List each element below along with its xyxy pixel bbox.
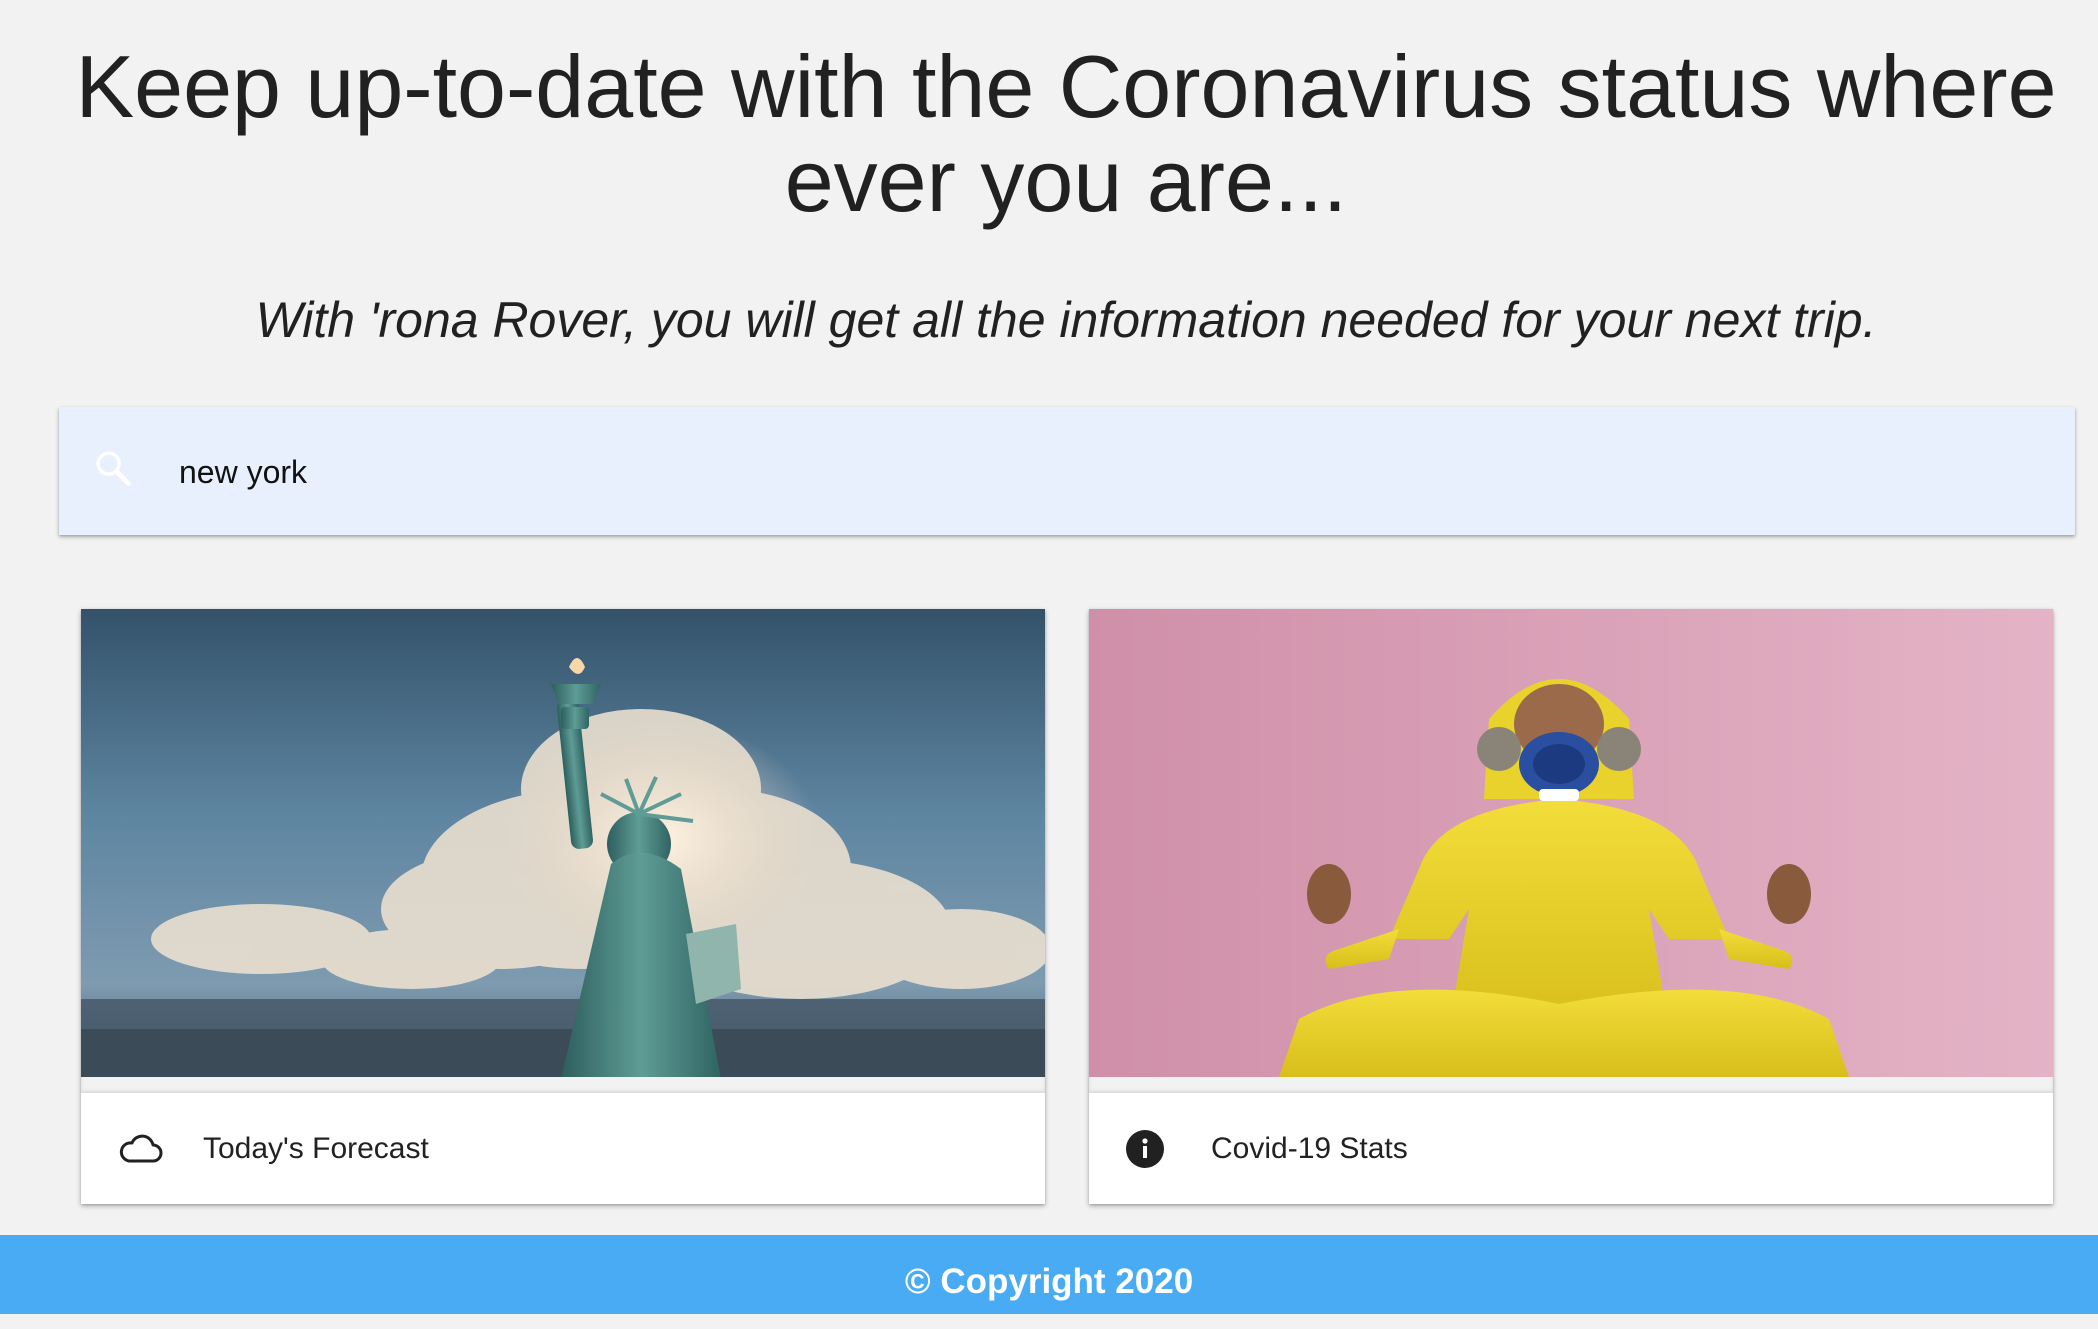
page-title: Keep up-to-date with the Coronavirus sta… bbox=[75, 37, 2057, 230]
page-footer: © Copyright 2020 bbox=[0, 1235, 2098, 1314]
info-icon bbox=[1126, 1130, 1164, 1168]
forecast-card[interactable]: Today's Forecast bbox=[81, 609, 1045, 1204]
search-input[interactable] bbox=[179, 440, 2029, 504]
covid-stats-card[interactable]: Covid-19 Stats bbox=[1089, 609, 2053, 1204]
hazmat-suit-person-photo bbox=[1089, 609, 2053, 1077]
card-divider bbox=[1089, 1077, 2053, 1093]
card-footer[interactable]: Today's Forecast bbox=[81, 1093, 1045, 1204]
card-footer[interactable]: Covid-19 Stats bbox=[1089, 1093, 2053, 1204]
copyright-text: © Copyright 2020 bbox=[904, 1262, 1194, 1301]
card-divider bbox=[81, 1077, 1045, 1093]
cloud-icon bbox=[119, 1134, 163, 1163]
statue-of-liberty-photo bbox=[81, 609, 1045, 1077]
covid-stats-label: Covid-19 Stats bbox=[1211, 1132, 1408, 1165]
search-icon bbox=[96, 451, 132, 487]
forecast-label: Today's Forecast bbox=[203, 1132, 429, 1165]
page-subtitle: With 'rona Rover, you will get all the i… bbox=[255, 292, 1877, 348]
